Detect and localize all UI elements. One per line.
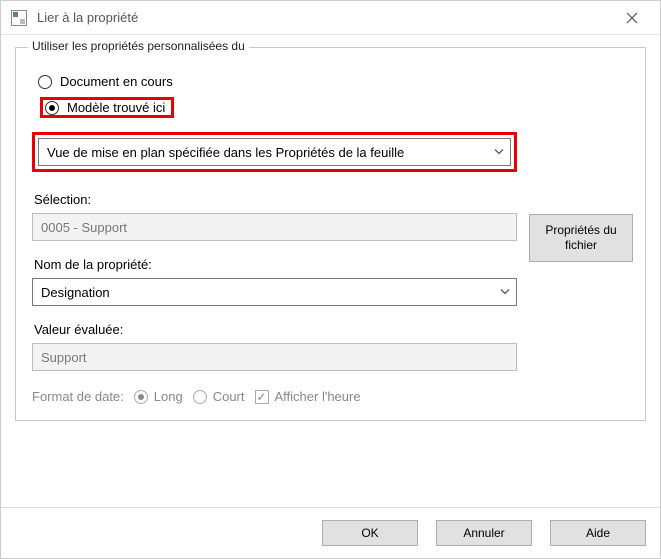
selection-field: 0005 - Support <box>32 213 517 241</box>
cancel-button[interactable]: Annuler <box>436 520 532 546</box>
radio-icon <box>38 75 52 89</box>
evaluated-value-field: Support <box>32 343 517 371</box>
selection-value: 0005 - Support <box>41 220 127 235</box>
radio-date-long[interactable]: Long <box>134 389 183 404</box>
help-button[interactable]: Aide <box>550 520 646 546</box>
radio-current-document[interactable]: Document en cours <box>38 74 517 89</box>
left-column: Document en cours Modèle trouvé ici Vue … <box>32 70 517 404</box>
radio-found-model-row: Modèle trouvé ici <box>36 97 517 118</box>
checkbox-show-time[interactable]: ✓ Afficher l'heure <box>255 389 361 404</box>
radio-label: Modèle trouvé ici <box>67 100 165 115</box>
property-name-value: Designation <box>41 285 110 300</box>
window-title: Lier à la propriété <box>37 10 138 25</box>
file-properties-button[interactable]: Propriétés du fichier <box>529 214 633 262</box>
radio-icon <box>134 390 148 404</box>
dialog-footer: OK Annuler Aide <box>1 507 660 558</box>
dialog-link-to-property: Lier à la propriété Utiliser les proprié… <box>0 0 661 559</box>
button-label: Aide <box>586 526 610 540</box>
view-source-dropdown[interactable]: Vue de mise en plan spécifiée dans les P… <box>38 138 511 166</box>
radio-label: Long <box>154 389 183 404</box>
radio-icon <box>45 101 59 115</box>
app-icon <box>11 10 27 26</box>
property-name-label: Nom de la propriété: <box>34 257 517 272</box>
titlebar: Lier à la propriété <box>1 1 660 35</box>
chevron-down-icon <box>500 285 510 300</box>
evaluated-value-label: Valeur évaluée: <box>34 322 517 337</box>
radio-label: Document en cours <box>60 74 173 89</box>
checkbox-label: Afficher l'heure <box>275 389 361 404</box>
date-format-row: Format de date: Long Court ✓ Afficher l'… <box>32 389 517 404</box>
property-name-combo[interactable]: Designation <box>32 278 517 306</box>
groupbox-legend: Utiliser les propriétés personnalisées d… <box>28 39 249 53</box>
groupbox-custom-properties: Utiliser les propriétés personnalisées d… <box>15 47 646 421</box>
right-column: Propriétés du fichier <box>529 70 633 404</box>
checkbox-icon: ✓ <box>255 390 269 404</box>
chevron-down-icon <box>494 145 504 160</box>
radio-label: Court <box>213 389 245 404</box>
radio-found-model[interactable]: Modèle trouvé ici <box>40 97 174 118</box>
button-label: OK <box>361 526 378 540</box>
close-button[interactable] <box>612 4 652 32</box>
button-label: Annuler <box>463 526 504 540</box>
date-format-label: Format de date: <box>32 389 124 404</box>
close-icon <box>626 12 638 24</box>
radio-date-short[interactable]: Court <box>193 389 245 404</box>
dialog-body: Utiliser les propriétés personnalisées d… <box>1 35 660 507</box>
selection-label: Sélection: <box>34 192 517 207</box>
button-label: Propriétés du fichier <box>534 223 628 253</box>
radio-icon <box>193 390 207 404</box>
ok-button[interactable]: OK <box>322 520 418 546</box>
highlight-view-dropdown: Vue de mise en plan spécifiée dans les P… <box>32 132 517 172</box>
evaluated-value: Support <box>41 350 87 365</box>
dropdown-value: Vue de mise en plan spécifiée dans les P… <box>47 145 404 160</box>
